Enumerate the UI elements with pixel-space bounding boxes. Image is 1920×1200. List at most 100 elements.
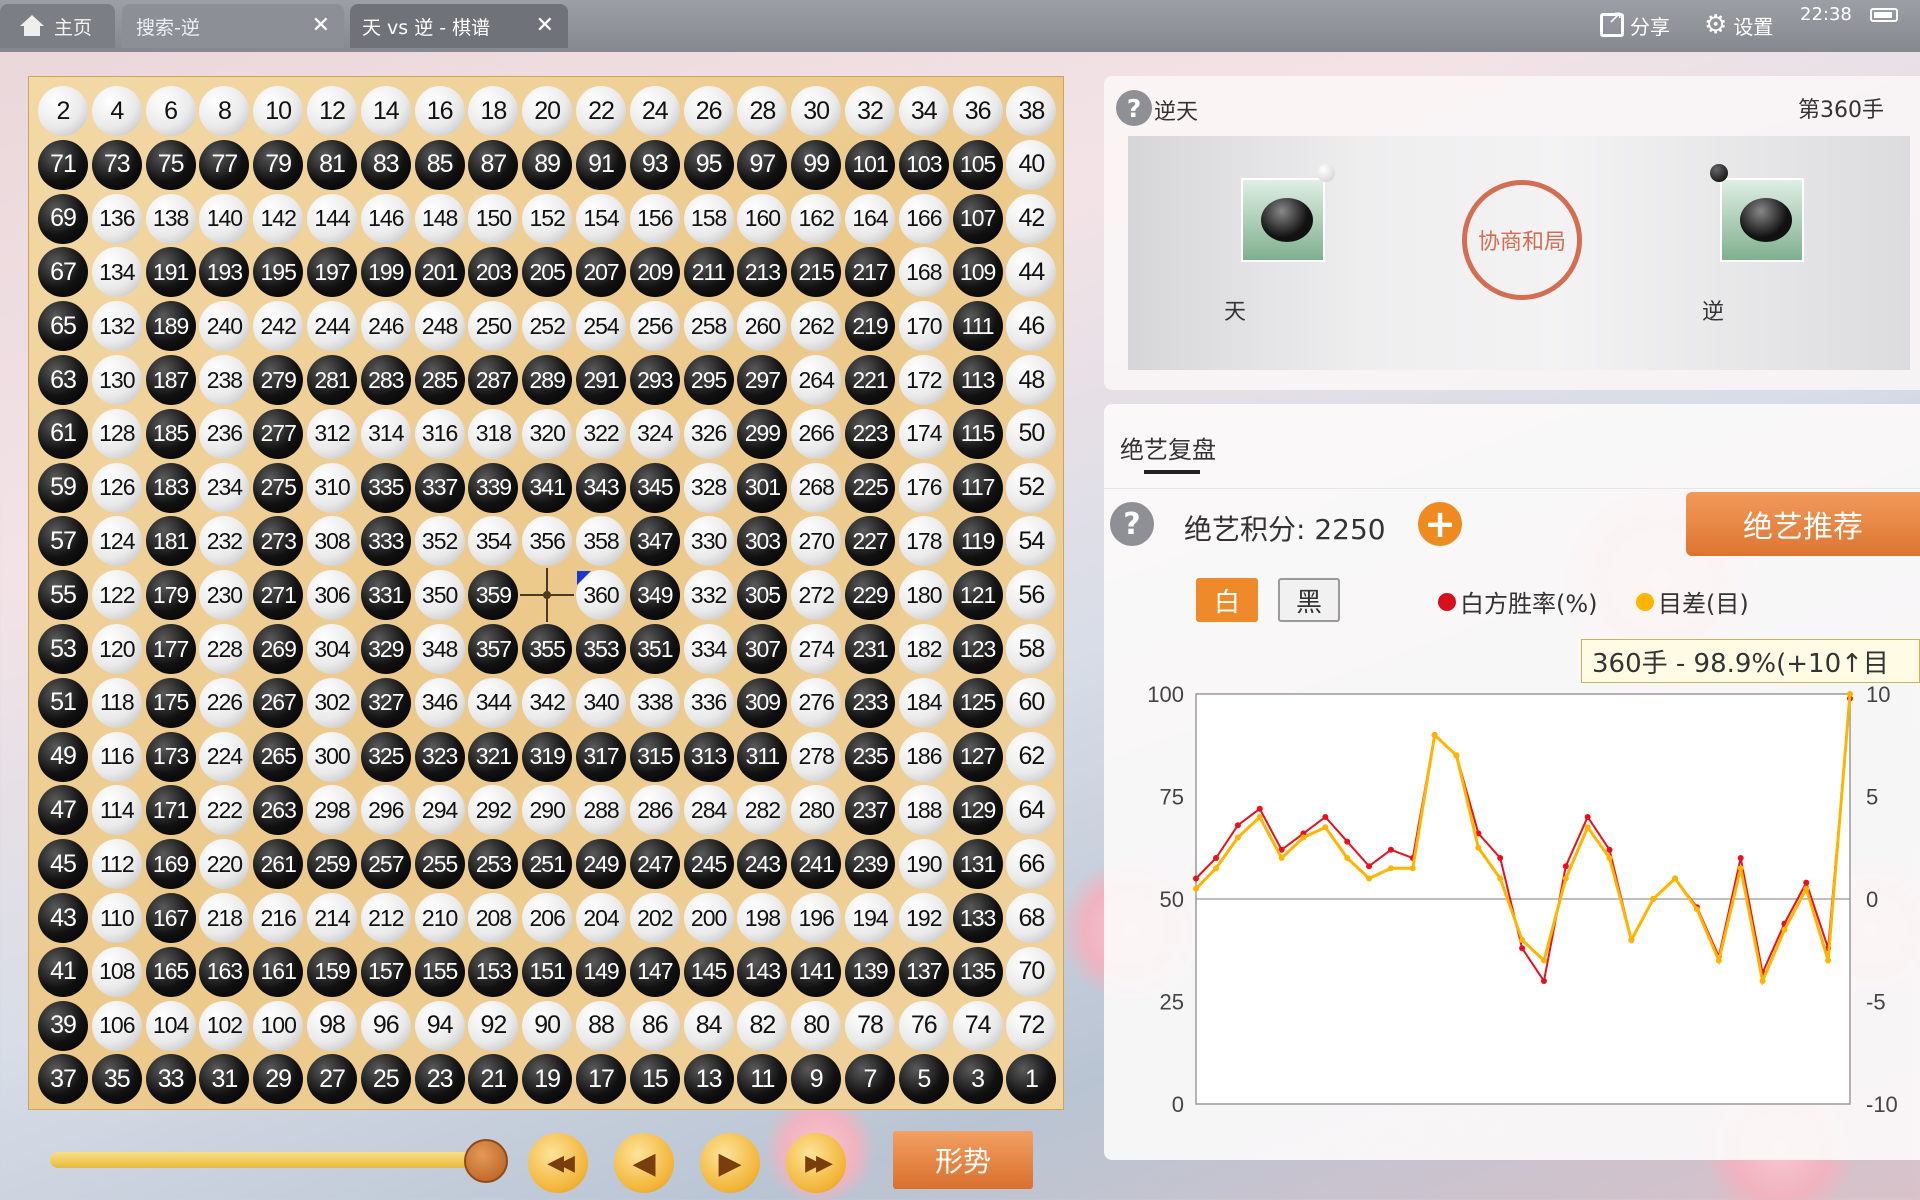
stone-move-220[interactable]: 220	[199, 839, 250, 890]
stone-move-120[interactable]: 120	[91, 624, 142, 674]
stone-move-188[interactable]: 188	[898, 785, 949, 836]
stone-move-88[interactable]: 88	[576, 1000, 626, 1051]
stone-move-133[interactable]: 133	[952, 893, 1003, 943]
stone-move-290[interactable]: 290	[522, 785, 573, 836]
stone-move-76[interactable]: 76	[898, 1000, 949, 1051]
stone-move-184[interactable]: 184	[898, 677, 949, 728]
stone-move-69[interactable]: 69	[38, 193, 88, 244]
stone-move-276[interactable]: 276	[791, 677, 842, 728]
stone-move-78[interactable]: 78	[845, 1000, 895, 1051]
stone-move-274[interactable]: 274	[791, 624, 842, 674]
stone-move-185[interactable]: 185	[145, 408, 196, 459]
stone-move-1[interactable]: 1	[1006, 1054, 1057, 1105]
stone-move-348[interactable]: 348	[414, 624, 465, 674]
stone-move-346[interactable]: 346	[414, 677, 465, 728]
stone-move-208[interactable]: 208	[468, 893, 519, 943]
stone-move-43[interactable]: 43	[38, 893, 88, 943]
stone-move-224[interactable]: 224	[199, 731, 250, 782]
stone-move-54[interactable]: 54	[1006, 516, 1057, 567]
stone-move-77[interactable]: 77	[199, 139, 250, 190]
stone-move-308[interactable]: 308	[307, 516, 357, 567]
stone-move-229[interactable]: 229	[845, 570, 895, 621]
stone-move-316[interactable]: 316	[414, 408, 465, 459]
stone-move-73[interactable]: 73	[91, 139, 142, 190]
stone-move-206[interactable]: 206	[522, 893, 573, 943]
stone-move-14[interactable]: 14	[360, 86, 411, 136]
stone-move-302[interactable]: 302	[307, 677, 357, 728]
stone-move-2[interactable]: 2	[38, 86, 88, 136]
stone-move-165[interactable]: 165	[145, 946, 196, 997]
stone-move-240[interactable]: 240	[199, 301, 250, 352]
stone-move-22[interactable]: 22	[576, 86, 626, 136]
stone-move-44[interactable]: 44	[1006, 247, 1057, 298]
stone-move-295[interactable]: 295	[683, 355, 734, 405]
stone-move-218[interactable]: 218	[199, 893, 250, 943]
stone-move-311[interactable]: 311	[737, 731, 788, 782]
stone-move-241[interactable]: 241	[791, 839, 842, 890]
stone-move-18[interactable]: 18	[468, 86, 519, 136]
stone-move-183[interactable]: 183	[145, 462, 196, 513]
stone-move-159[interactable]: 159	[307, 946, 357, 997]
stone-move-126[interactable]: 126	[91, 462, 142, 513]
stone-move-164[interactable]: 164	[845, 193, 895, 244]
stone-move-309[interactable]: 309	[737, 677, 788, 728]
stone-move-304[interactable]: 304	[307, 624, 357, 674]
stone-move-105[interactable]: 105	[952, 139, 1003, 190]
stone-move-248[interactable]: 248	[414, 301, 465, 352]
stone-move-20[interactable]: 20	[522, 86, 573, 136]
stone-move-28[interactable]: 28	[737, 86, 788, 136]
stone-move-336[interactable]: 336	[683, 677, 734, 728]
stone-move-176[interactable]: 176	[898, 462, 949, 513]
stone-move-291[interactable]: 291	[576, 355, 626, 405]
stone-move-292[interactable]: 292	[468, 785, 519, 836]
stone-move-275[interactable]: 275	[253, 462, 304, 513]
stone-move-23[interactable]: 23	[414, 1054, 465, 1105]
stone-move-211[interactable]: 211	[683, 247, 734, 298]
stone-move-327[interactable]: 327	[360, 677, 411, 728]
stone-move-127[interactable]: 127	[952, 731, 1003, 782]
stone-move-227[interactable]: 227	[845, 516, 895, 567]
stone-move-149[interactable]: 149	[576, 946, 626, 997]
stone-move-97[interactable]: 97	[737, 139, 788, 190]
stone-move-293[interactable]: 293	[629, 355, 680, 405]
stone-move-282[interactable]: 282	[737, 785, 788, 836]
stone-move-106[interactable]: 106	[91, 1000, 142, 1051]
stone-move-315[interactable]: 315	[629, 731, 680, 782]
stone-move-236[interactable]: 236	[199, 408, 250, 459]
stone-move-90[interactable]: 90	[522, 1000, 573, 1051]
stone-move-182[interactable]: 182	[898, 624, 949, 674]
player-black-avatar[interactable]	[1720, 178, 1804, 262]
move-slider-track[interactable]	[50, 1152, 490, 1168]
stone-move-35[interactable]: 35	[91, 1054, 142, 1105]
stone-move-153[interactable]: 153	[468, 946, 519, 997]
stone-move-312[interactable]: 312	[307, 408, 357, 459]
stone-move-57[interactable]: 57	[38, 516, 88, 567]
stone-move-328[interactable]: 328	[683, 462, 734, 513]
stone-move-53[interactable]: 53	[38, 624, 88, 674]
stone-move-358[interactable]: 358	[576, 516, 626, 567]
stone-move-122[interactable]: 122	[91, 570, 142, 621]
stone-move-203[interactable]: 203	[468, 247, 519, 298]
stone-move-255[interactable]: 255	[414, 839, 465, 890]
stone-move-172[interactable]: 172	[898, 355, 949, 405]
stone-move-174[interactable]: 174	[898, 408, 949, 459]
stone-move-148[interactable]: 148	[414, 193, 465, 244]
stone-move-42[interactable]: 42	[1006, 193, 1057, 244]
stone-move-333[interactable]: 333	[360, 516, 411, 567]
stone-move-37[interactable]: 37	[38, 1054, 88, 1105]
stone-move-138[interactable]: 138	[145, 193, 196, 244]
stone-move-223[interactable]: 223	[845, 408, 895, 459]
stone-move-317[interactable]: 317	[576, 731, 626, 782]
stone-move-209[interactable]: 209	[629, 247, 680, 298]
stone-move-128[interactable]: 128	[91, 408, 142, 459]
stone-move-268[interactable]: 268	[791, 462, 842, 513]
stone-move-191[interactable]: 191	[145, 247, 196, 298]
stone-move-341[interactable]: 341	[522, 462, 573, 513]
stone-move-256[interactable]: 256	[629, 301, 680, 352]
stone-move-344[interactable]: 344	[468, 677, 519, 728]
stone-move-38[interactable]: 38	[1006, 86, 1057, 136]
stone-move-91[interactable]: 91	[576, 139, 626, 190]
stone-move-181[interactable]: 181	[145, 516, 196, 567]
stone-move-63[interactable]: 63	[38, 355, 88, 405]
stone-move-25[interactable]: 25	[360, 1054, 411, 1105]
